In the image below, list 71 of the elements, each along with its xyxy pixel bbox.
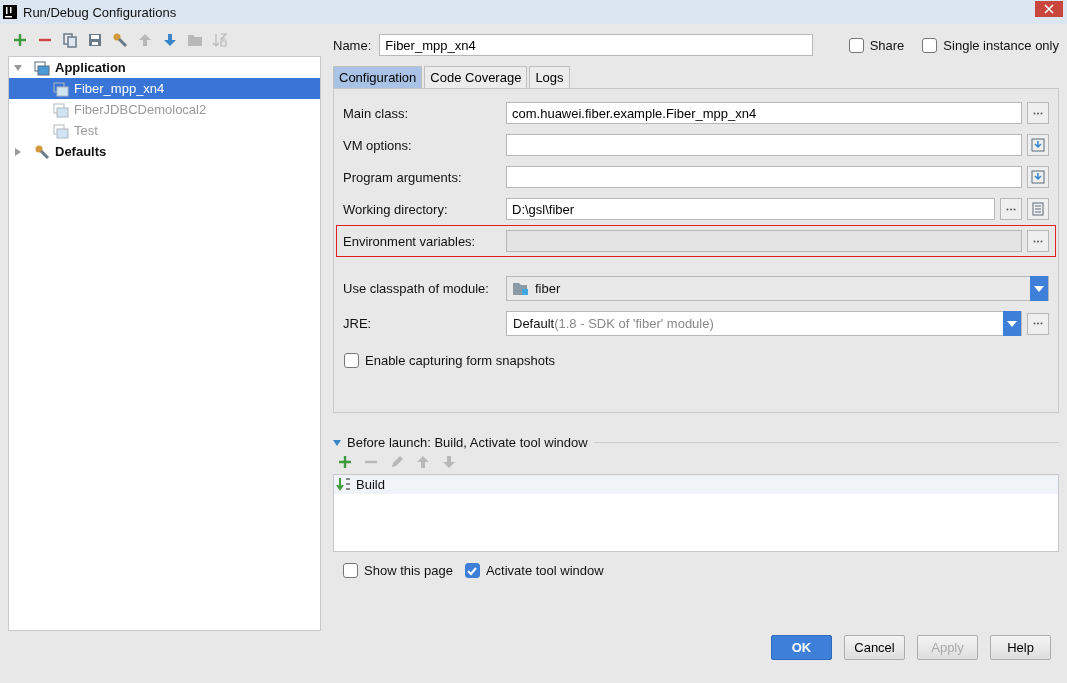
field-label: VM options: xyxy=(343,137,413,153)
dropdown-arrow-icon xyxy=(1034,285,1044,292)
add-icon[interactable] xyxy=(12,32,28,48)
dialog-button[interactable]: Cancel xyxy=(844,635,905,660)
copy-icon[interactable] xyxy=(62,32,78,48)
collapsed-arrow-icon[interactable] xyxy=(13,146,23,157)
save-icon[interactable] xyxy=(87,32,103,48)
tab[interactable]: Code Coverage xyxy=(424,66,528,88)
insert-icon xyxy=(1031,138,1045,152)
checkbox-label: Show this page xyxy=(364,563,453,578)
wrench-icon[interactable] xyxy=(112,32,128,48)
section-title: Before launch: Build, Activate tool window xyxy=(347,435,588,450)
tab[interactable]: Configuration xyxy=(333,66,423,88)
checkbox[interactable] xyxy=(464,563,480,578)
tree-item[interactable]: Application xyxy=(9,57,320,78)
text-field[interactable]: com.huawei.fiber.example.Fiber_mpp_xn4 xyxy=(506,102,1022,124)
text-field[interactable] xyxy=(506,166,1022,188)
window-icon xyxy=(53,80,69,97)
checkbox-label: Enable capturing form snapshots xyxy=(365,353,556,368)
dialog-button[interactable]: OK xyxy=(771,635,832,660)
window-icon xyxy=(53,122,69,139)
app-logo-icon xyxy=(3,5,17,19)
checkbox-label: Single instance only xyxy=(943,37,1059,53)
ellipsis-icon xyxy=(1033,322,1043,325)
dropdown-arrow-icon xyxy=(1007,320,1017,327)
checkbox[interactable] xyxy=(848,37,864,53)
ellipsis-icon xyxy=(1006,207,1016,211)
dropdown[interactable]: Default(1.8 - SDK of 'fiber' module) xyxy=(506,311,1022,336)
browse-button[interactable] xyxy=(1027,312,1049,335)
tree-item[interactable]: Defaults xyxy=(9,141,320,162)
dialog-button[interactable]: Help xyxy=(990,635,1051,660)
field-label: JRE: xyxy=(343,316,373,331)
wrench-icon xyxy=(34,143,50,160)
add-icon[interactable] xyxy=(337,454,353,470)
close-icon xyxy=(1044,4,1054,14)
checkbox[interactable] xyxy=(922,37,938,53)
down-icon[interactable] xyxy=(162,32,178,48)
ellipsis-icon xyxy=(1033,239,1043,243)
ellipsis-icon xyxy=(1033,111,1043,115)
field-label: Use classpath of module: xyxy=(343,281,490,296)
expanded-arrow-icon[interactable] xyxy=(13,62,23,73)
insert-icon xyxy=(1031,170,1045,184)
text-field[interactable]: D:\gsl\fiber xyxy=(506,198,995,220)
macro-button[interactable] xyxy=(1027,198,1049,220)
task-item[interactable]: Build xyxy=(334,475,1058,494)
window-title: Run/Debug Configurations xyxy=(23,4,177,20)
expand-button[interactable] xyxy=(1027,134,1049,156)
text-field[interactable] xyxy=(506,134,1022,156)
field-label: Environment variables: xyxy=(343,233,477,249)
checkbox-label: Activate tool window xyxy=(485,563,604,578)
browse-button[interactable] xyxy=(1027,102,1049,124)
expanded-arrow-icon[interactable] xyxy=(333,438,341,447)
build-icon xyxy=(336,476,352,493)
name-label: Name: xyxy=(333,37,372,53)
document-icon xyxy=(1032,202,1044,216)
field-label: Program arguments: xyxy=(343,169,463,185)
tree-item[interactable]: Fiber_mpp_xn4 xyxy=(9,78,320,99)
browse-button[interactable] xyxy=(1000,198,1022,220)
field-label: Main class: xyxy=(343,105,410,121)
checkbox[interactable] xyxy=(343,563,358,578)
folder-icon xyxy=(513,281,529,296)
dropdown[interactable]: fiber xyxy=(506,276,1049,301)
field-label: Working directory: xyxy=(343,201,449,217)
window-icon xyxy=(34,59,50,76)
window-icon xyxy=(53,101,69,118)
close-button[interactable] xyxy=(1035,1,1063,17)
tab[interactable]: Logs xyxy=(529,66,570,88)
name-field[interactable]: Fiber_mpp_xn4 xyxy=(379,34,814,56)
expand-button[interactable] xyxy=(1027,166,1049,188)
checkbox-label: Share xyxy=(869,37,905,53)
checkbox[interactable] xyxy=(344,353,359,368)
